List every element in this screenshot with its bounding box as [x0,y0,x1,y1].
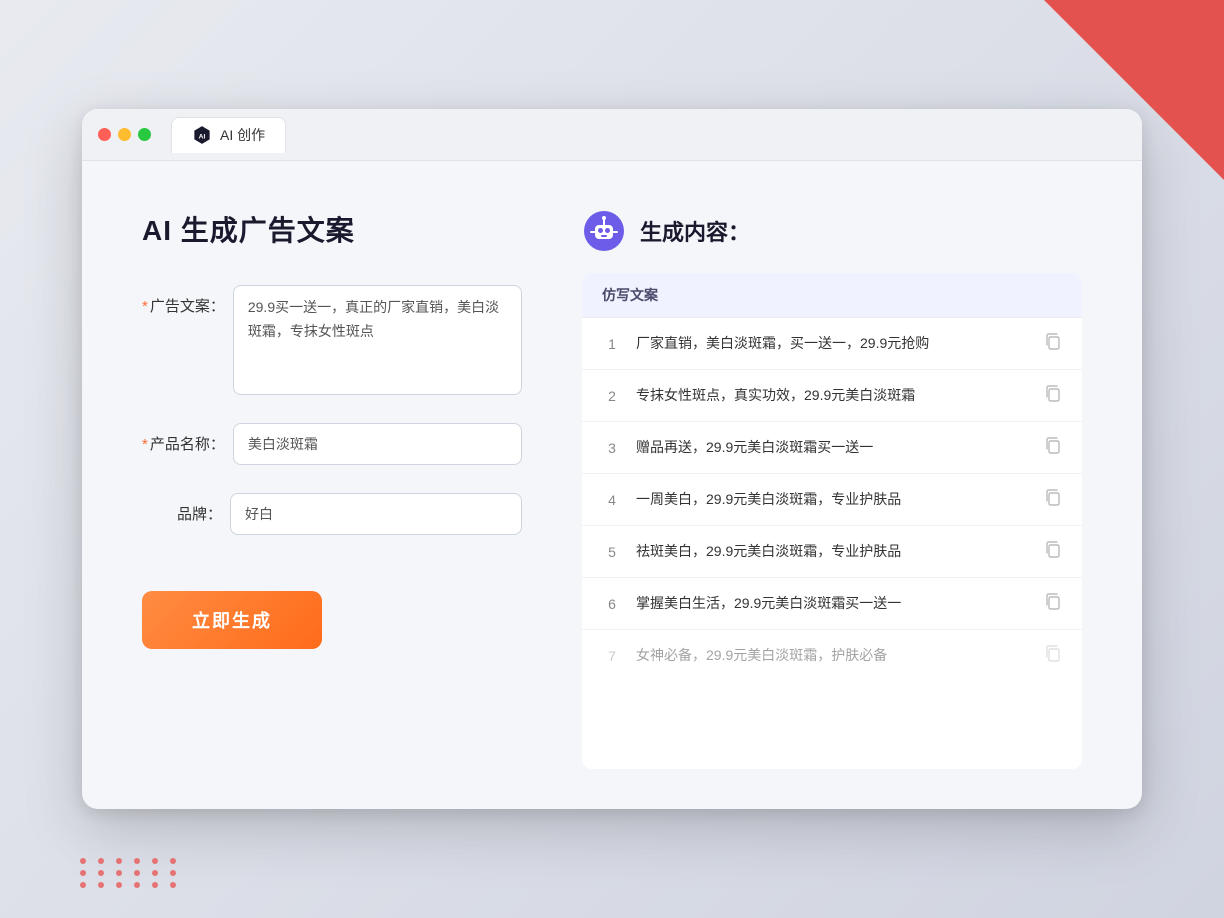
row-number: 7 [602,648,622,664]
robot-icon [582,209,626,253]
copy-icon[interactable] [1044,540,1062,563]
decorative-triangle [1044,0,1224,180]
ad-copy-input[interactable] [233,285,522,395]
required-star-2: * [142,436,148,453]
copy-icon[interactable] [1044,384,1062,407]
row-number: 2 [602,388,622,404]
row-number: 3 [602,440,622,456]
svg-text:AI: AI [199,133,206,140]
row-text: 女神必备，29.9元美白淡斑霜，护肤必备 [636,645,1030,666]
right-panel: 生成内容： 仿写文案 1 厂家直销，美白淡斑霜，买一送一，29.9元抢购 2 专抹女… [582,209,1082,769]
row-number: 4 [602,492,622,508]
results-rows: 1 厂家直销，美白淡斑霜，买一送一，29.9元抢购 2 专抹女性斑点，真实功效，29… [582,318,1082,681]
copy-icon[interactable] [1044,436,1062,459]
copy-icon[interactable] [1044,592,1062,615]
product-name-group: *产品名称： [142,423,522,465]
left-panel: AI 生成广告文案 *广告文案： *产品名称： 品牌： 立 [142,209,522,769]
copy-icon[interactable] [1044,644,1062,667]
table-header: 仿写文案 [582,273,1082,318]
row-number: 6 [602,596,622,612]
ai-tab-icon: AI [192,125,212,145]
product-name-label: *产品名称： [142,423,225,454]
right-header: 生成内容： [582,209,1082,253]
generate-button[interactable]: 立即生成 [142,591,322,649]
brand-group: 品牌： [142,493,522,535]
close-button[interactable] [98,128,111,141]
copy-icon[interactable] [1044,488,1062,511]
row-text: 一周美白，29.9元美白淡斑霜，专业护肤品 [636,489,1030,510]
browser-window: AI AI 创作 AI 生成广告文案 *广告文案： *产品名称： [82,109,1142,809]
table-row[interactable]: 2 专抹女性斑点，真实功效，29.9元美白淡斑霜 [582,370,1082,422]
right-title: 生成内容： [640,215,750,247]
table-row[interactable]: 3 赠品再送，29.9元美白淡斑霜买一送一 [582,422,1082,474]
ad-copy-group: *广告文案： [142,285,522,395]
product-name-input[interactable] [233,423,522,465]
table-row[interactable]: 7 女神必备，29.9元美白淡斑霜，护肤必备 [582,630,1082,681]
row-text: 赠品再送，29.9元美白淡斑霜买一送一 [636,437,1030,458]
row-number: 1 [602,336,622,352]
table-row[interactable]: 1 厂家直销，美白淡斑霜，买一送一，29.9元抢购 [582,318,1082,370]
table-row[interactable]: 6 掌握美白生活，29.9元美白淡斑霜买一送一 [582,578,1082,630]
row-text: 祛斑美白，29.9元美白淡斑霜，专业护肤品 [636,541,1030,562]
traffic-lights [98,128,151,141]
brand-input[interactable] [230,493,522,535]
tab-label: AI 创作 [220,125,265,145]
row-text: 厂家直销，美白淡斑霜，买一送一，29.9元抢购 [636,333,1030,354]
title-bar: AI AI 创作 [82,109,1142,161]
results-table: 仿写文案 1 厂家直销，美白淡斑霜，买一送一，29.9元抢购 2 专抹女性斑点，真实… [582,273,1082,769]
decorative-dots [80,858,182,888]
ad-copy-label: *广告文案： [142,285,225,316]
table-row[interactable]: 4 一周美白，29.9元美白淡斑霜，专业护肤品 [582,474,1082,526]
content-area: AI 生成广告文案 *广告文案： *产品名称： 品牌： 立 [82,161,1142,809]
tab-ai-creation[interactable]: AI AI 创作 [171,117,286,153]
page-title: AI 生成广告文案 [142,209,522,249]
table-row[interactable]: 5 祛斑美白，29.9元美白淡斑霜，专业护肤品 [582,526,1082,578]
row-number: 5 [602,544,622,560]
required-star-1: * [142,298,148,315]
minimize-button[interactable] [118,128,131,141]
row-text: 掌握美白生活，29.9元美白淡斑霜买一送一 [636,593,1030,614]
brand-label: 品牌： [142,493,222,524]
copy-icon[interactable] [1044,332,1062,355]
row-text: 专抹女性斑点，真实功效，29.9元美白淡斑霜 [636,385,1030,406]
maximize-button[interactable] [138,128,151,141]
